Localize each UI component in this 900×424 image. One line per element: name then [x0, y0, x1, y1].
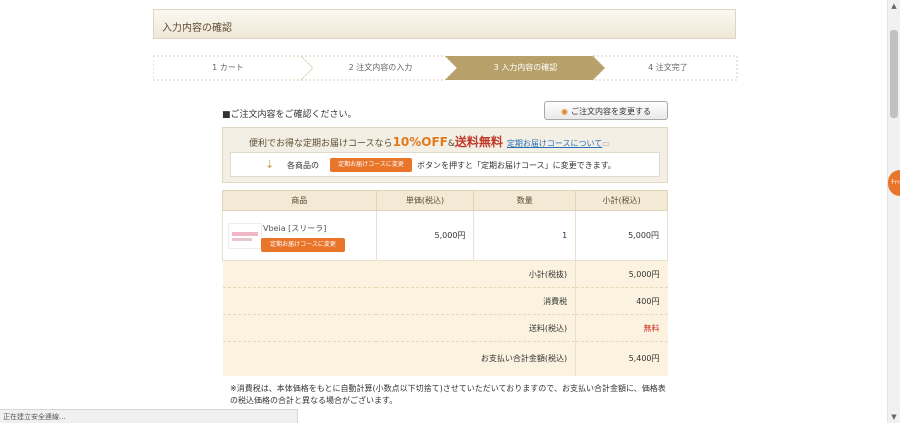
summary-row: 消費税 400円 — [222, 287, 668, 315]
product-cell: Vbeia [スリーラ] 定期お届けコースに変更 — [222, 210, 377, 261]
col-product: 商品 — [222, 190, 377, 211]
col-subtotal: 小計(税込) — [575, 190, 668, 211]
total-row: お支払い合計金額(税込) 5,400円 — [222, 341, 668, 376]
chat-bubble-icon: ▭ — [602, 139, 610, 148]
vertical-scrollbar[interactable]: ▲ ▼ — [887, 0, 900, 423]
table-row: Vbeia [スリーラ] 定期お届けコースに変更 5,000円 1 5,000円 — [222, 210, 668, 261]
tax-label: 消費税 — [222, 287, 576, 315]
page-title: 入力内容の確認 — [162, 23, 232, 34]
change-to-subscription-button[interactable]: 定期お届けコースに変更 — [261, 238, 345, 252]
orange-dot-icon: ◉ — [561, 107, 568, 116]
change-order-label: ご注文内容を変更する — [570, 107, 651, 116]
status-bar: 正在建立安全連線... — [0, 409, 298, 423]
promo-amp: & — [447, 139, 455, 149]
shipping-label: 送料(税込) — [222, 314, 576, 342]
subtotal-value: 5,000円 — [575, 260, 668, 288]
summary-row: 送料(税込) 無料 — [222, 314, 668, 342]
promo-instruction: ⇣ 各商品の 定期お届けコースに変更 ボタンを押すと「定期お届けコース」に変更で… — [230, 152, 660, 177]
col-unit-price: 単価(税込) — [375, 190, 475, 211]
scroll-down-arrow-icon[interactable]: ▼ — [888, 411, 900, 423]
subscription-promo: 便利でお得な定期お届けコースなら10%OFF&送料無料 定期お届けコースについて▭… — [222, 127, 668, 183]
unit-price: 5,000円 — [375, 210, 475, 261]
subtotal-label: 小計(税抜) — [222, 260, 576, 288]
item-subtotal: 5,000円 — [575, 210, 668, 261]
tax-footnote: ※消費税は、本体価格をもとに自動計算(小数点以下切捨て)させていただいております… — [230, 384, 666, 405]
quantity: 1 — [473, 210, 577, 261]
page-title-bar: 入力内容の確認 — [153, 9, 736, 39]
shipping-value: 無料 — [575, 314, 668, 342]
instruction-suffix: ボタンを押すと「定期お届けコース」に変更できます。 — [417, 161, 616, 170]
promo-free-shipping: 送料無料 — [454, 135, 503, 149]
step-complete: 4 注文完了 — [648, 63, 688, 72]
col-quantity: 数量 — [473, 190, 577, 211]
total-value: 5,400円 — [575, 341, 668, 376]
confirm-notice: ■ご注文内容をご確認ください。 — [222, 110, 357, 120]
total-label: お支払い合計金額(税込) — [222, 341, 576, 376]
checkout-steps: 1 カート 2 注文内容の入力 3 入力内容の確認 4 注文完了 — [153, 55, 738, 81]
step-cart: 1 カート — [212, 63, 244, 72]
promo-headline: 便利でお得な定期お届けコースなら10%OFF&送料無料 定期お届けコースについて▭ — [249, 133, 610, 150]
promo-text: 便利でお得な定期お届けコースなら — [249, 139, 393, 149]
tax-value: 400円 — [575, 287, 668, 315]
product-name[interactable]: Vbeia [スリーラ] — [263, 223, 326, 234]
scroll-up-arrow-icon[interactable]: ▲ — [888, 0, 900, 12]
instruction-prefix: 各商品の — [287, 161, 319, 170]
promo-discount: 10%OFF — [392, 135, 448, 149]
summary-row: 小計(税抜) 5,000円 — [222, 260, 668, 288]
order-table: 商品 単価(税込) 数量 小計(税込) Vbeia [スリーラ] 定期お届けコー… — [222, 190, 668, 376]
scroll-thumb[interactable] — [890, 30, 898, 118]
product-image[interactable] — [228, 223, 262, 249]
subscription-info-link[interactable]: 定期お届けコースについて — [507, 139, 602, 148]
change-order-button[interactable]: ◉ ご注文内容を変更する — [544, 101, 668, 120]
subscription-badge-sample: 定期お届けコースに変更 — [330, 158, 412, 172]
step-order-input: 2 注文内容の入力 — [348, 63, 413, 72]
down-arrow-icon: ⇣ — [265, 158, 275, 171]
step-confirm: 3 入力内容の確認 — [493, 63, 558, 72]
